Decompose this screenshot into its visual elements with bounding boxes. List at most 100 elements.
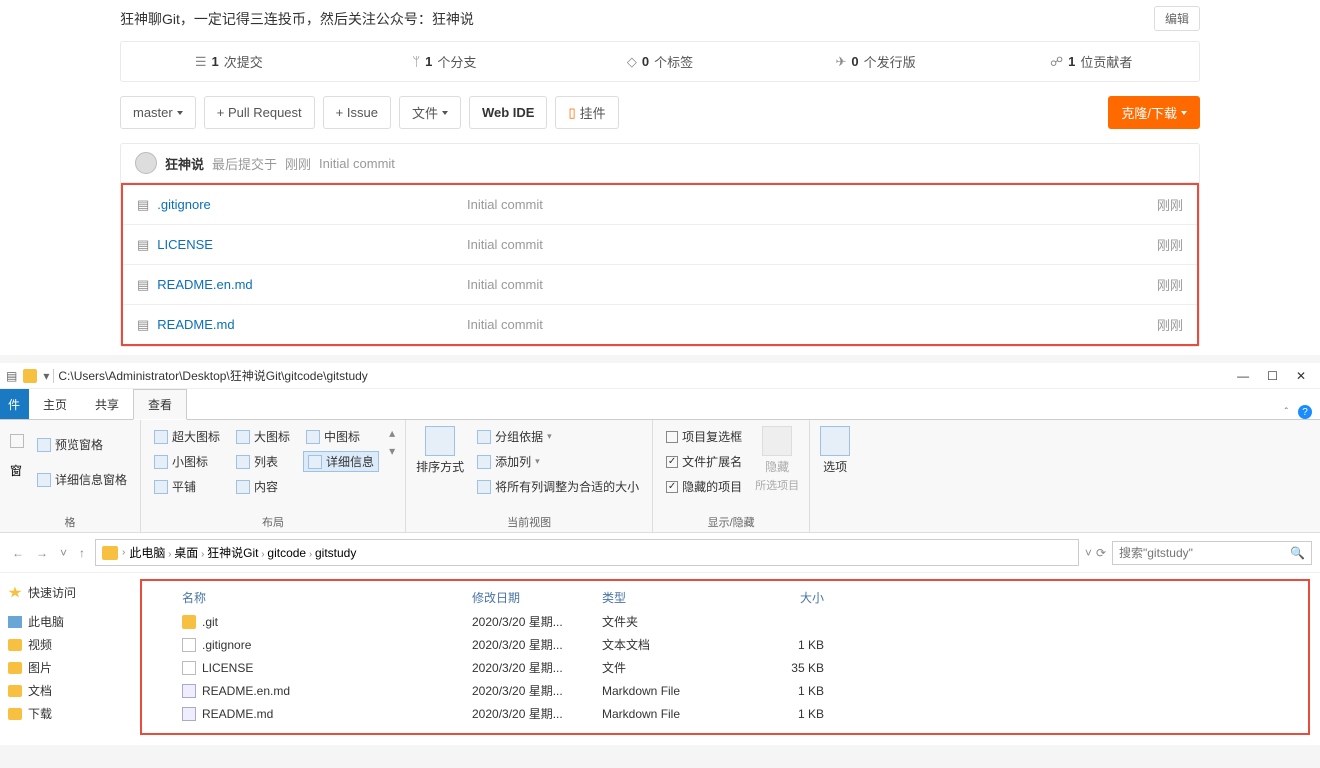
help-icon[interactable]: ? [1298,405,1312,419]
repo-file-name[interactable]: README.en.md [157,277,252,292]
sidebar-documents[interactable]: 文档 [6,679,124,702]
sidebar-downloads[interactable]: 下载 [6,702,124,725]
layout-scroll-up-icon[interactable]: ▴ [389,426,395,440]
item-checkboxes-toggle[interactable]: 项目复选框 [663,426,745,447]
layout-tiles[interactable]: 平铺 [151,476,223,497]
nav-pane-icon[interactable] [10,434,24,448]
stat-contributors[interactable]: ☍1位贡献者 [983,42,1199,81]
stat-tags[interactable]: ◇0个标签 [552,42,768,81]
stat-releases[interactable]: ✈0个发行版 [768,42,984,81]
repo-file-name[interactable]: .gitignore [157,197,210,212]
nav-up-button[interactable]: ↑ [75,544,89,562]
add-columns-button[interactable]: 添加列 ▾ [474,451,642,472]
breadcrumb[interactable]: › 此电脑 › 桌面 › 狂神说Git › gitcode › gitstudy [95,539,1079,566]
branch-select[interactable]: master [120,96,196,129]
repo-file-row[interactable]: ▤LICENSEInitial commit刚刚 [123,224,1197,264]
repo-file-row[interactable]: ▤.gitignoreInitial commit刚刚 [123,185,1197,224]
options-icon [820,426,850,456]
nav-back-button[interactable]: ← [8,544,28,562]
refresh-button[interactable]: ⟳ [1096,546,1106,560]
column-headers: 名称 修改日期 类型 大小 [182,585,1268,610]
sidebar-this-pc[interactable]: 此电脑 [6,610,124,633]
repo-file-commit-msg[interactable]: Initial commit [467,197,1157,212]
autosize-columns-button[interactable]: 将所有列调整为合适的大小 [474,476,642,497]
nav-forward-button[interactable]: → [32,544,52,562]
layout-sm[interactable]: 小图标 [151,451,223,472]
details-icon [308,455,322,469]
tab-view[interactable]: 查看 [133,389,187,420]
title-dropdown-icon[interactable]: ▾ [43,369,49,383]
explorer-file-row[interactable]: LICENSE2020/3/20 星期...文件35 KB [182,656,1268,679]
commit-when: 刚刚 [285,154,311,173]
edit-button[interactable]: 编辑 [1154,6,1200,31]
maximize-button[interactable]: ☐ [1267,369,1278,383]
sidebar-videos[interactable]: 视频 [6,633,124,656]
layout-xl[interactable]: 超大图标 [151,426,223,447]
explorer-file-name: README.en.md [202,684,290,698]
ribbon-group-options: 选项 [810,420,860,532]
folder-icon [8,662,22,674]
repo-file-name[interactable]: README.md [157,317,234,332]
col-type[interactable]: 类型 [602,589,742,606]
group-by-button[interactable]: 分组依据 ▾ [474,426,642,447]
hide-selected-button: 隐藏 所选项目 [755,426,799,493]
pull-request-button[interactable]: + Pull Request [204,96,315,129]
layout-content[interactable]: 内容 [233,476,293,497]
hidden-items-toggle[interactable]: ✓隐藏的项目 [663,476,745,497]
tab-share[interactable]: 共享 [81,390,133,419]
gitee-repo-panel: 狂神聊Git，一定记得三连投币，然后关注公众号：狂神说 编辑 ☰1次提交 ᛘ1个… [0,0,1320,355]
repo-file-name[interactable]: LICENSE [157,237,213,252]
files-dropdown[interactable]: 文件 [399,96,461,129]
explorer-file-row[interactable]: .gitignore2020/3/20 星期...文本文档1 KB [182,633,1268,656]
breadcrumb-item[interactable]: 桌面 [174,546,198,560]
breadcrumb-item[interactable]: gitstudy [315,546,356,560]
close-button[interactable]: ✕ [1296,369,1306,383]
col-date[interactable]: 修改日期 [472,589,602,606]
nav-recent-button[interactable]: ˅ [56,544,71,562]
content-icon [236,480,250,494]
stat-commits[interactable]: ☰1次提交 [121,42,337,81]
layout-list[interactable]: 列表 [233,451,293,472]
layout-md[interactable]: 中图标 [303,426,379,447]
breadcrumb-item[interactable]: gitcode [267,546,306,560]
col-size[interactable]: 大小 [742,589,832,606]
explorer-file-row[interactable]: .git2020/3/20 星期...文件夹 [182,610,1268,633]
breadcrumb-item[interactable]: 狂神说Git [207,546,258,560]
repo-file-commit-msg[interactable]: Initial commit [467,277,1157,292]
repo-description: 狂神聊Git，一定记得三连投币，然后关注公众号：狂神说 [120,9,474,29]
options-button[interactable]: 选项 [820,426,850,475]
clone-download-button[interactable]: 克隆/下载 [1108,96,1200,129]
repo-file-row[interactable]: ▤README.mdInitial commit刚刚 [123,304,1197,344]
tab-file[interactable]: 件 [0,389,29,419]
col-name[interactable]: 名称 [182,589,472,606]
layout-lg[interactable]: 大图标 [233,426,293,447]
sidebar-quick-access[interactable]: 快速访问 [6,581,124,604]
details-pane-button[interactable]: 详细信息窗格 [34,469,130,490]
preview-pane-button[interactable]: 预览窗格 [34,434,130,455]
minimize-button[interactable]: — [1237,369,1249,383]
commit-user[interactable]: 狂神说 [165,154,204,173]
explorer-file-row[interactable]: README.en.md2020/3/20 星期...Markdown File… [182,679,1268,702]
breadcrumb-item[interactable]: 此电脑 [129,546,165,560]
sidebar-pictures[interactable]: 图片 [6,656,124,679]
file-extensions-toggle[interactable]: ✓文件扩展名 [663,451,745,472]
explorer-file-row[interactable]: README.md2020/3/20 星期...Markdown File1 K… [182,702,1268,725]
commit-message[interactable]: Initial commit [319,156,395,171]
tab-home[interactable]: 主页 [29,390,81,419]
address-dropdown-icon[interactable]: ˅ [1085,546,1092,560]
sort-by-button[interactable]: 排序方式 [416,426,464,475]
stat-branches[interactable]: ᛘ1个分支 [337,42,553,81]
web-ide-button[interactable]: Web IDE [469,96,548,129]
ribbon-group-current-view: 排序方式 分组依据 ▾ 添加列 ▾ 将所有列调整为合适的大小 当前视图 [406,420,653,532]
search-input[interactable] [1119,546,1284,560]
repo-file-row[interactable]: ▤README.en.mdInitial commit刚刚 [123,264,1197,304]
repo-file-commit-msg[interactable]: Initial commit [467,317,1157,332]
repo-file-commit-msg[interactable]: Initial commit [467,237,1157,252]
issue-button[interactable]: + Issue [323,96,391,129]
layout-scroll-down-icon[interactable]: ▾ [389,444,395,458]
search-box[interactable]: 🔍 [1112,541,1312,565]
ribbon-collapse-icon[interactable]: ˆ [1285,407,1288,418]
window-menu-icon[interactable]: ▤ [6,369,17,383]
layout-details[interactable]: 详细信息 [303,451,379,472]
attachment-button[interactable]: ▯挂件 [555,96,618,129]
